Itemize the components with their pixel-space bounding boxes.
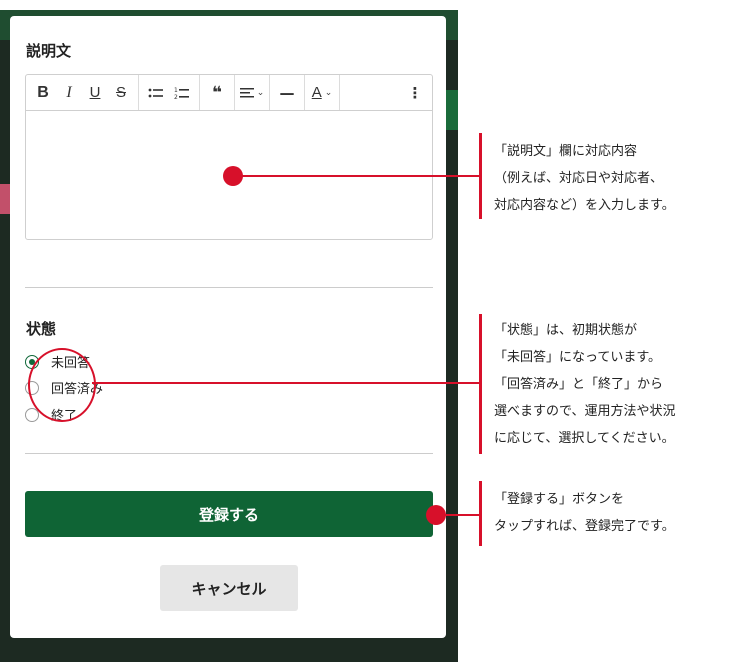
annotation-ring: [28, 348, 96, 422]
register-button[interactable]: 登録する: [25, 491, 433, 537]
response-modal: 説明文 B I U S 12 ❝ ⌄ — A ⌄ ⋮ 状態 未回答 回答済み 終…: [10, 16, 446, 638]
description-editor: B I U S 12 ❝ ⌄ — A ⌄ ⋮: [25, 74, 433, 240]
align-icon[interactable]: ⌄: [239, 80, 265, 106]
list-group: 12: [139, 75, 200, 110]
annotation-bar: [479, 314, 482, 454]
horizontal-rule-icon[interactable]: —: [274, 80, 300, 106]
annotation-line: [233, 175, 481, 177]
quote-icon[interactable]: ❝: [204, 80, 230, 106]
svg-text:1: 1: [174, 87, 178, 94]
italic-button[interactable]: I: [56, 80, 82, 106]
annotation-line: [436, 514, 481, 516]
annotation-register: 「登録する」ボタンを タップすれば、登録完了です。: [494, 492, 675, 534]
text-color-icon: A: [311, 84, 322, 101]
text-color-button[interactable]: A ⌄: [309, 80, 335, 106]
color-group: A ⌄: [305, 75, 340, 110]
annotation-status: 「状態」は、初期状態が 「未回答」になっています。 「回答済み」と「終了」から …: [494, 323, 676, 446]
annotation-description: 「説明文」欄に対応内容 （例えば、対応日や対応者、 対応内容など）を入力します。: [494, 144, 675, 213]
strikethrough-button[interactable]: S: [108, 80, 134, 106]
status-title: 状態: [26, 320, 57, 338]
divider: [25, 287, 433, 288]
annotation-bar: [479, 133, 482, 219]
chevron-down-icon: ⌄: [256, 87, 265, 98]
annotation-line: [92, 382, 481, 384]
underline-button[interactable]: U: [82, 80, 108, 106]
backdrop-green-element: [444, 90, 458, 130]
bold-button[interactable]: B: [30, 80, 56, 106]
editor-toolbar: B I U S 12 ❝ ⌄ — A ⌄ ⋮: [26, 75, 432, 111]
description-title: 説明文: [26, 42, 72, 60]
backdrop-pink-tag: [0, 184, 10, 214]
rule-group: —: [270, 75, 305, 110]
quote-group: ❝: [200, 75, 235, 110]
align-group: ⌄: [235, 75, 270, 110]
chevron-down-icon: ⌄: [324, 87, 333, 98]
annotation-bar: [479, 481, 482, 546]
cancel-button[interactable]: キャンセル: [160, 565, 298, 611]
svg-text:2: 2: [174, 94, 178, 101]
more-group: ⋮: [398, 75, 432, 110]
divider: [25, 453, 433, 454]
numbered-list-icon[interactable]: 12: [169, 80, 195, 106]
format-group: B I U S: [26, 75, 139, 110]
bullet-list-icon[interactable]: [143, 80, 169, 106]
more-vertical-icon[interactable]: ⋮: [402, 80, 428, 106]
